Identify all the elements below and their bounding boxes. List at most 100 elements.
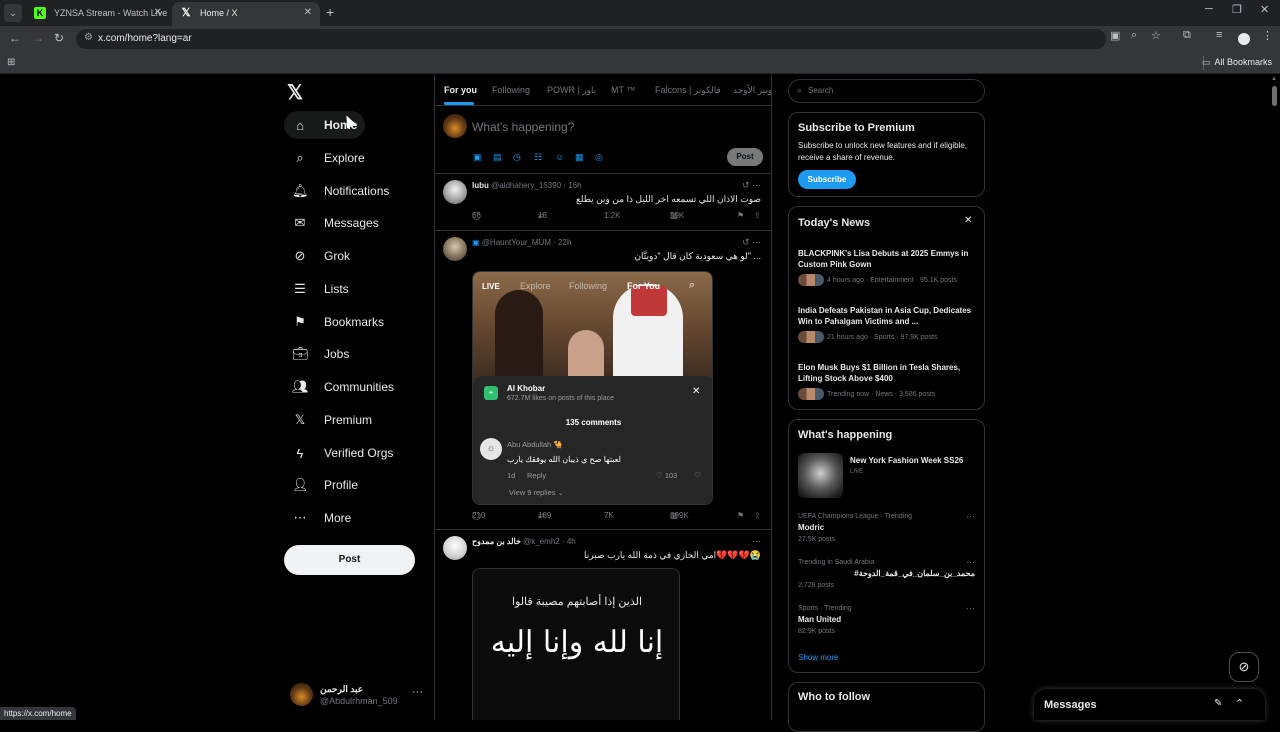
trend-name[interactable]: Modric <box>798 523 824 532</box>
tab-mt[interactable]: MT ™ <box>611 85 635 95</box>
account-more-icon[interactable]: ··· <box>412 686 423 698</box>
tweet-text[interactable]: امي الحازي في ذمة الله يارب صبرنا💔💔💔😭 <box>584 550 761 561</box>
tab-falcons[interactable]: Falcons | فالكونز <box>655 85 721 96</box>
nav-premium[interactable]: 𝕏 Premium <box>284 406 380 434</box>
nav-communities[interactable]: 👥︎ Communities <box>284 373 402 401</box>
tweet-more-icon[interactable]: ··· <box>752 536 761 546</box>
url-text[interactable]: x.com/home?lang=ar <box>98 33 192 44</box>
nav-verified-orgs[interactable]: ϟ Verified Orgs <box>284 439 401 467</box>
tweet-avatar[interactable] <box>443 237 467 261</box>
tab-close-icon[interactable]: ✕ <box>154 2 162 24</box>
browser-menu-icon[interactable]: ⋮ <box>1262 29 1273 42</box>
close-icon[interactable]: ✕ <box>964 215 972 226</box>
share-icon[interactable]: ⇪ <box>754 211 761 220</box>
composer-post-button[interactable]: Post <box>727 148 763 166</box>
composer-input[interactable]: What's happening? <box>472 120 574 134</box>
window-close-button[interactable]: ✕ <box>1260 3 1269 16</box>
compose-message-icon[interactable]: ✎ <box>1214 698 1222 709</box>
profile-avatar[interactable] <box>1238 33 1250 45</box>
nav-explore[interactable]: ⌕ Explore <box>284 144 373 172</box>
gif-icon[interactable]: ▤ <box>493 152 502 163</box>
search-input[interactable]: ⌕ Search <box>788 79 985 103</box>
tweet-more-icon[interactable]: ↺ ··· <box>742 180 761 191</box>
grok-icon[interactable]: ⊘ <box>1229 652 1259 682</box>
back-arrow-icon[interactable]: ← <box>9 31 21 45</box>
collapse-chevron-icon[interactable]: ⌃ <box>1235 697 1244 710</box>
tab-powr[interactable]: POWR | باور <box>547 85 596 96</box>
scrollbar-thumb[interactable] <box>1272 86 1277 106</box>
nav-messages[interactable]: ✉ Messages <box>284 209 387 237</box>
subscribe-button[interactable]: Subscribe <box>798 170 856 189</box>
all-bookmarks-button[interactable]: ▭ All Bookmarks <box>1202 57 1272 68</box>
tweet-header[interactable]: خالد بن ممدوح @k_emh2 · 4h <box>472 537 576 546</box>
tweet-header[interactable]: ▣ @HauntYour_MUM · 22h <box>472 238 571 247</box>
tab-close-icon[interactable]: ✕ <box>304 2 312 24</box>
tweet-header[interactable]: lubu @aldhahery_15390 · 16h <box>472 181 582 190</box>
tweet-text[interactable]: صوت الاذان اللي تسمعه اخر الليل ذا من وي… <box>576 194 761 205</box>
nav-label: Notifications <box>324 184 390 198</box>
tweet-avatar[interactable] <box>443 536 467 560</box>
account-name[interactable]: عبد الرحمن <box>320 684 363 695</box>
poll-icon[interactable]: ☷ <box>534 152 542 163</box>
trend-name[interactable]: Man United <box>798 615 841 624</box>
scroll-up-arrow-icon[interactable]: ▲ <box>1271 76 1277 82</box>
tweet-media[interactable]: الذين إذا أصابتهم مصيبة قالوا إنا لله وإ… <box>472 568 680 720</box>
nav-jobs[interactable]: 💼︎ Jobs <box>284 340 357 368</box>
event-title[interactable]: New York Fashion Week SS26 <box>850 456 963 465</box>
nav-lists[interactable]: ☰ Lists <box>284 275 357 303</box>
trend-more-icon[interactable]: ··· <box>966 511 975 521</box>
share-icon[interactable]: ⇪ <box>754 511 761 520</box>
messages-drawer[interactable]: Messages ✎ ⌃ <box>1034 689 1265 720</box>
tweet-media[interactable]: LIVE Explore Following For You ⌕ ⌖ Al Kh… <box>472 271 713 505</box>
tab-home-x[interactable]: 𝕏 Home / X ✕ <box>172 2 320 26</box>
bookmark-star-icon[interactable]: ☆ <box>1151 29 1161 42</box>
emoji-icon[interactable]: ☺ <box>555 152 564 162</box>
news-headline[interactable]: India Defeats Pakistan in Asia Cup, Dedi… <box>798 305 978 327</box>
trend-more-icon[interactable]: ··· <box>966 603 975 613</box>
tab-for-you[interactable]: For you <box>444 85 477 95</box>
account-handle[interactable]: @Abdulrhman_509 <box>320 696 398 706</box>
nav-profile[interactable]: 👤︎ Profile <box>284 471 366 499</box>
post-button[interactable]: Post <box>284 545 415 575</box>
address-bar[interactable]: ⚙ x.com/home?lang=ar <box>76 29 1106 49</box>
zoom-icon[interactable]: ⌕ <box>1131 29 1137 42</box>
tab-search-chevron-icon[interactable]: ⌄ <box>4 4 22 22</box>
account-avatar[interactable] <box>290 683 313 706</box>
close-icon: ✕ <box>692 386 701 397</box>
nav-more[interactable]: ⋯ More <box>284 504 359 532</box>
location-icon[interactable]: ◎ <box>595 152 603 163</box>
event-image[interactable] <box>798 453 843 498</box>
tab-following[interactable]: Following <box>492 85 530 95</box>
site-info-icon[interactable]: ⚙ <box>84 32 93 43</box>
nav-notifications[interactable]: 🔔︎ Notifications <box>284 177 397 205</box>
news-avatars <box>798 331 824 343</box>
nav-bookmarks[interactable]: ⚑ Bookmarks <box>284 308 392 336</box>
news-headline[interactable]: Elon Musk Buys $1 Billion in Tesla Share… <box>798 362 978 384</box>
media-icon[interactable]: ▣ <box>473 152 482 163</box>
x-logo-icon[interactable]: 𝕏 <box>287 80 303 105</box>
restore-button[interactable]: ❐ <box>1232 3 1242 16</box>
new-tab-button[interactable]: + <box>326 4 334 20</box>
tweet-avatar[interactable] <box>443 180 467 204</box>
show-more-link[interactable]: Show more <box>798 653 838 662</box>
tab-list-ar[interactable]: بوبير الأوحد <box>733 85 771 96</box>
extensions-icon[interactable]: ⧉ <box>1183 29 1191 42</box>
schedule-icon[interactable]: ▦ <box>575 152 584 163</box>
apps-grid-icon[interactable]: ⊞ <box>7 57 15 68</box>
trend-name[interactable]: #محمد_بن_سلمان_في_قمة_الدوحة <box>854 569 975 578</box>
trend-more-icon[interactable]: ··· <box>966 557 975 567</box>
nav-grok[interactable]: ⊘ Grok <box>284 242 358 270</box>
bookmark-tweet-icon[interactable]: ⚑ <box>737 211 744 220</box>
media-control-icon[interactable]: ≡ <box>1216 29 1222 41</box>
forward-arrow-icon[interactable]: → <box>32 31 44 45</box>
tweet-more-icon[interactable]: ↺ ··· <box>742 237 761 248</box>
bookmark-tweet-icon[interactable]: ⚑ <box>737 511 744 520</box>
grok-image-icon[interactable]: ◷ <box>513 152 521 163</box>
minimize-button[interactable]: ─ <box>1205 3 1213 15</box>
reload-icon[interactable]: ↻ <box>54 31 64 45</box>
tweet-text[interactable]: لو هي سعودية كان قال "دويتَّان" ... <box>634 251 761 262</box>
tab-kick-stream[interactable]: K YZNSA Stream - Watch Live on ✕ <box>26 2 170 40</box>
cast-icon[interactable]: ▣ <box>1110 29 1120 42</box>
person-icon: 👤︎ <box>292 477 309 492</box>
news-headline[interactable]: BLACKPINK's Lisa Debuts at 2025 Emmys in… <box>798 248 978 270</box>
